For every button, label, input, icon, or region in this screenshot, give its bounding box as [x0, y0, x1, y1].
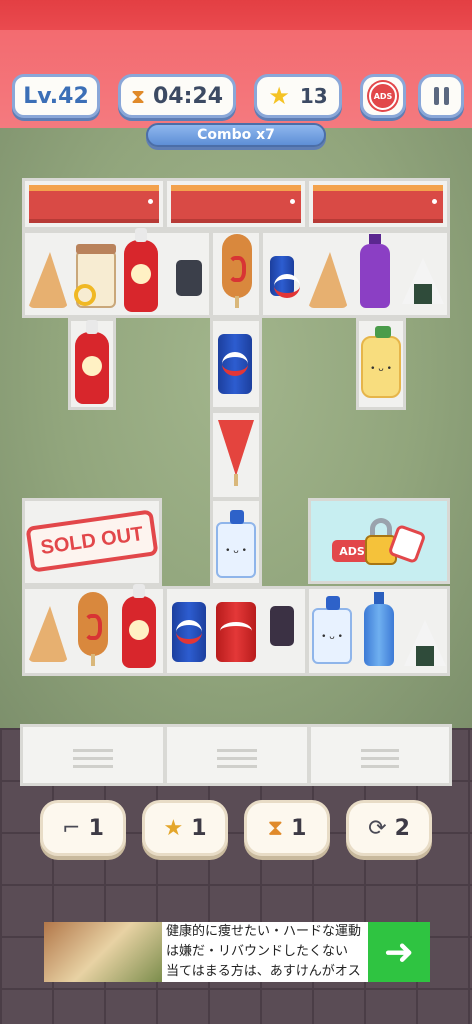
juice-bottle-item[interactable]: • ᴗ • [361, 326, 401, 398]
ad-image[interactable] [44, 922, 162, 982]
shelf-top-right [306, 178, 450, 230]
shuffle-booster-button[interactable]: ⟳ 2 [346, 800, 432, 856]
combo-banner: Combo x7 [146, 123, 326, 147]
closed-door[interactable] [29, 185, 159, 223]
storage-drawer-center [164, 724, 310, 786]
storage-drawer-left [20, 724, 166, 786]
booster-count: 1 [88, 815, 104, 841]
dark-bottle-item[interactable] [270, 606, 294, 646]
popsicle-stick [234, 474, 238, 486]
pause-icon [433, 87, 449, 105]
hourglass-booster-button[interactable]: ⧗ 1 [244, 800, 330, 856]
booster-count: 2 [394, 815, 410, 841]
closed-door[interactable] [313, 185, 443, 223]
remove-ads-button[interactable]: ADS [360, 74, 406, 118]
booster-count: 1 [191, 815, 207, 841]
combo-label: Combo x7 [197, 127, 275, 143]
sold-out-label: SOLD OUT [39, 522, 145, 559]
magic-wand-booster-button[interactable]: ★ 1 [142, 800, 228, 856]
storage-drawer-right [308, 724, 452, 786]
booster-count: 1 [291, 815, 307, 841]
no-ads-icon: ADS [369, 82, 397, 110]
blue-soda-can-item[interactable] [270, 256, 300, 298]
level-label: Lv.42 [23, 83, 89, 109]
grape-drink-bottle-item[interactable] [360, 234, 390, 308]
milk-carton-item[interactable]: • ᴗ • [312, 596, 352, 664]
shelf-top-left [22, 178, 166, 230]
pause-button[interactable] [418, 74, 464, 118]
dark-can-item[interactable] [176, 260, 202, 296]
blue-soda-can-item[interactable] [172, 602, 206, 662]
key-item[interactable] [74, 284, 96, 306]
hourglass-icon: ⧗ [130, 84, 145, 108]
boot-booster-button[interactable]: ⌐ 1 [40, 800, 126, 856]
corndog-item[interactable] [78, 592, 108, 666]
ads-label: ADS [373, 91, 393, 101]
magic-wand-icon: ★ [163, 815, 184, 841]
corndog-item[interactable] [222, 234, 252, 308]
level-indicator: Lv.42 [12, 74, 100, 118]
timer-display: ⧗ 04:24 [118, 74, 236, 118]
star-counter: ★ 13 [254, 74, 342, 118]
star-icon: ★ [268, 82, 290, 110]
shuffle-icon: ⟳ [368, 815, 387, 841]
blue-soda-can-item[interactable] [218, 334, 252, 394]
ketchup-bottle-item[interactable] [75, 320, 109, 404]
milk-carton-item[interactable]: • ᴗ • [216, 510, 256, 578]
ketchup-bottle-item[interactable] [122, 584, 156, 668]
ad-text[interactable]: 健康的に痩せたい・ハードな運動は嫌だ・リバウンドしたくない 当てはまる方は、あす… [162, 922, 368, 982]
red-soda-can-item[interactable] [216, 602, 256, 662]
timer-value: 04:24 [153, 83, 224, 109]
shelf-top-center [164, 178, 308, 230]
arrow-right-icon: ➜ [383, 931, 415, 973]
hourglass-icon: ⧗ [267, 815, 284, 841]
ketchup-bottle-item[interactable] [124, 228, 158, 312]
closed-door[interactable] [171, 185, 301, 223]
ad-arrow-button[interactable]: ➜ [368, 922, 430, 982]
ramune-bottle-item[interactable] [364, 592, 394, 666]
star-count: 13 [299, 84, 328, 108]
boot-icon: ⌐ [62, 815, 81, 841]
